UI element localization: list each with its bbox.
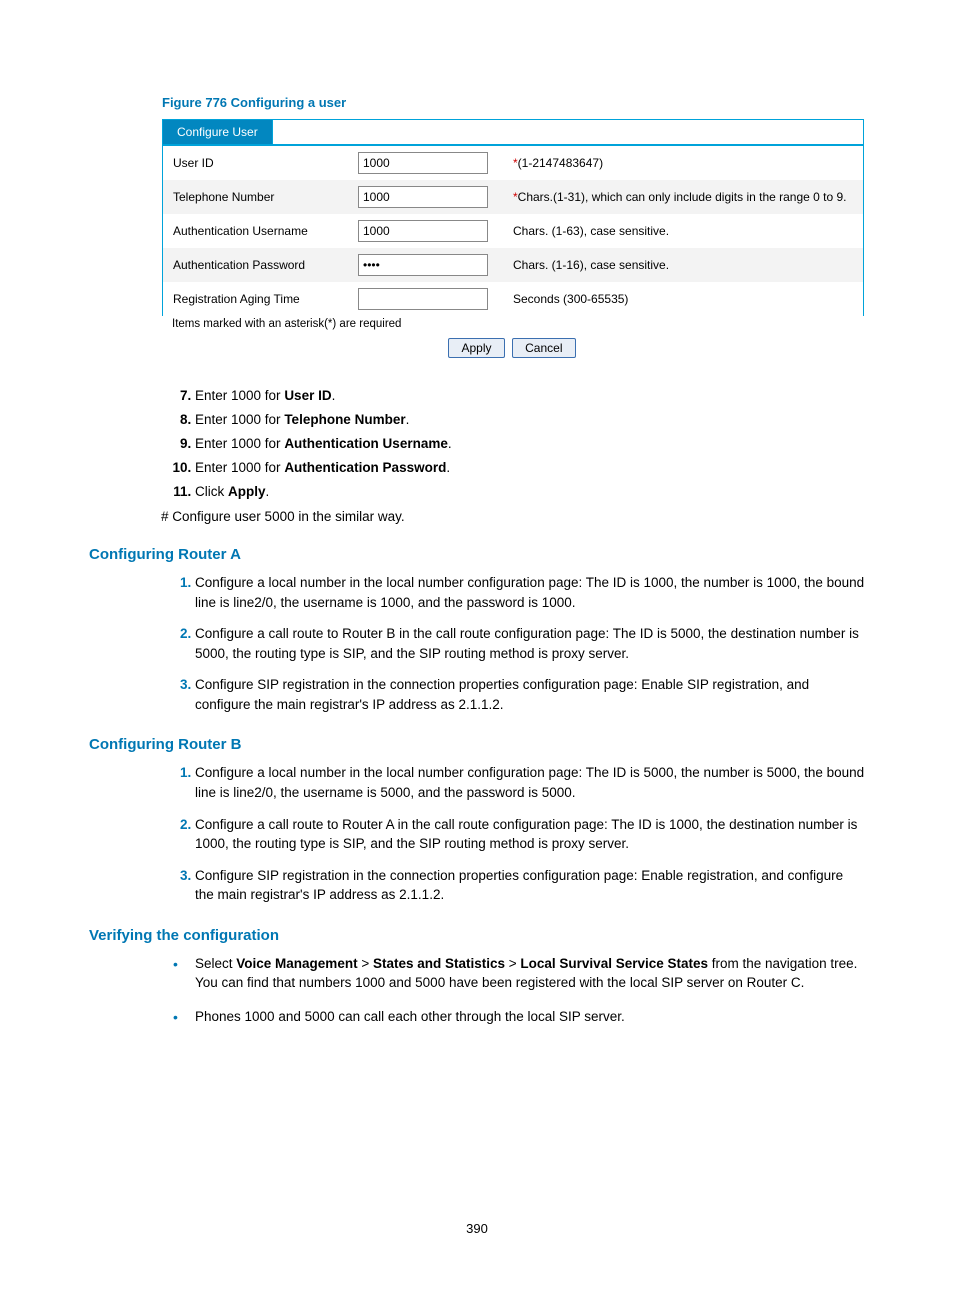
step-8: Enter 1000 for Telephone Number. (195, 412, 865, 427)
router-b-item-1: Configure a local number in the local nu… (195, 763, 865, 802)
verifying-list: Select Voice Management > States and Sta… (161, 954, 865, 1027)
hint-auth-password: Chars. (1-16), case sensitive. (503, 248, 863, 282)
router-a-list: Configure a local number in the local nu… (161, 573, 865, 714)
router-b-item-3: Configure SIP registration in the connec… (195, 866, 865, 905)
configure-user-form: Configure User User ID *(1-2147483647) T… (162, 119, 864, 316)
page-number: 390 (0, 1221, 954, 1236)
form-footnote: Items marked with an asterisk(*) are req… (162, 316, 865, 330)
router-b-item-2: Configure a call route to Router A in th… (195, 815, 865, 854)
label-user-id: User ID (163, 146, 348, 180)
input-telephone-number[interactable] (358, 186, 488, 208)
heading-router-a: Configuring Router A (89, 546, 865, 563)
input-reg-aging-time[interactable] (358, 288, 488, 310)
figure-caption: Figure 776 Configuring a user (162, 95, 865, 110)
input-auth-password[interactable] (358, 254, 488, 276)
router-a-item-3: Configure SIP registration in the connec… (195, 675, 865, 714)
step-10: Enter 1000 for Authentication Password. (195, 460, 865, 475)
step-11: Click Apply. (195, 484, 865, 499)
tab-bar: Configure User (163, 120, 863, 146)
router-a-item-2: Configure a call route to Router B in th… (195, 624, 865, 663)
label-auth-username: Authentication Username (163, 214, 348, 248)
heading-router-b: Configuring Router B (89, 736, 865, 753)
verifying-item-1: Select Voice Management > States and Sta… (195, 954, 865, 993)
label-telephone-number: Telephone Number (163, 180, 348, 214)
cancel-button[interactable]: Cancel (512, 338, 575, 358)
hint-auth-username: Chars. (1-63), case sensitive. (503, 214, 863, 248)
hint-user-id: *(1-2147483647) (503, 146, 863, 180)
label-auth-password: Authentication Password (163, 248, 348, 282)
router-a-item-1: Configure a local number in the local nu… (195, 573, 865, 612)
step-9: Enter 1000 for Authentication Username. (195, 436, 865, 451)
hint-reg-aging-time: Seconds (300-65535) (503, 282, 863, 316)
router-b-list: Configure a local number in the local nu… (161, 763, 865, 904)
apply-button[interactable]: Apply (448, 338, 504, 358)
heading-verifying: Verifying the configuration (89, 927, 865, 944)
step-7: Enter 1000 for User ID. (195, 388, 865, 403)
hint-telephone-number: *Chars.(1-31), which can only include di… (503, 180, 863, 214)
verifying-item-2: Phones 1000 and 5000 can call each other… (195, 1007, 865, 1027)
tab-configure-user[interactable]: Configure User (163, 120, 273, 144)
steps-list: Enter 1000 for User ID. Enter 1000 for T… (161, 388, 865, 499)
input-user-id[interactable] (358, 152, 488, 174)
label-reg-aging-time: Registration Aging Time (163, 282, 348, 316)
hash-note: # Configure user 5000 in the similar way… (161, 509, 865, 524)
input-auth-username[interactable] (358, 220, 488, 242)
